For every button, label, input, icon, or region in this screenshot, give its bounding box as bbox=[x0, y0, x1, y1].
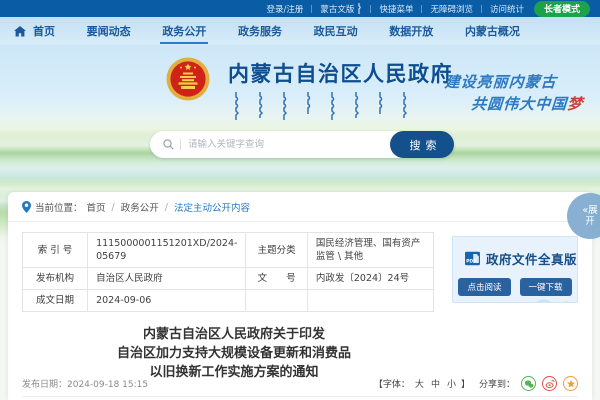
index-number-label: 索 引 号 bbox=[23, 233, 88, 268]
divider bbox=[311, 5, 312, 13]
share-label: 分享到： bbox=[479, 377, 515, 390]
font-size-small[interactable]: 小 bbox=[447, 377, 456, 390]
document-meta-table: 索 引 号 1115000001151201XD/2024-05679 主题分类… bbox=[22, 232, 434, 312]
favorite-share-icon[interactable] bbox=[563, 376, 578, 391]
expand-icon: «展开 bbox=[579, 205, 600, 227]
agency-label: 发布机构 bbox=[23, 268, 88, 290]
table-row: 索 引 号 1115000001151201XD/2024-05679 主题分类… bbox=[23, 233, 434, 268]
font-size-large[interactable]: 大 bbox=[415, 377, 424, 390]
breadcrumb-separator: / bbox=[165, 202, 168, 213]
login-link[interactable]: 登录/注册 bbox=[267, 3, 304, 15]
search-button[interactable]: 搜索 bbox=[390, 131, 454, 158]
breadcrumb-prefix: 当前位置： bbox=[35, 200, 83, 214]
location-pin-icon bbox=[22, 201, 31, 213]
visit-stats-link[interactable]: 访问统计 bbox=[490, 3, 524, 15]
home-icon bbox=[14, 26, 26, 37]
font-size-medium[interactable]: 中 bbox=[431, 377, 440, 390]
nav-item-home[interactable]: 首页 bbox=[14, 18, 57, 44]
svg-text:PDF: PDF bbox=[466, 259, 476, 265]
quick-menu-link[interactable]: 快捷菜单 bbox=[379, 3, 413, 15]
nav-item-news[interactable]: 要闻动态 bbox=[85, 18, 133, 44]
download-button[interactable]: 一键下载 bbox=[520, 278, 572, 296]
divider bbox=[370, 5, 371, 13]
empty-cell bbox=[246, 290, 307, 312]
empty-cell bbox=[307, 290, 433, 312]
nav-item-open-data[interactable]: 数据开放 bbox=[387, 18, 435, 44]
publish-date: 发布日期：2024-09-18 15:15 bbox=[22, 377, 148, 390]
doc-number-label: 文 号 bbox=[246, 268, 307, 290]
divider bbox=[22, 396, 578, 397]
mongolian-version-link[interactable]: 蒙古文版 bbox=[320, 3, 362, 15]
banner-slogan: 建设亮丽内蒙古 共圆伟大中国梦 bbox=[442, 71, 585, 114]
font-size-prefix: 【字体： bbox=[374, 377, 410, 390]
table-row: 发布机构 自治区人民政府 文 号 内政发〔2024〕24号 bbox=[23, 268, 434, 290]
mongolian-text-icon bbox=[356, 3, 362, 14]
accessibility-link[interactable]: 无障碍浏览 bbox=[430, 3, 473, 15]
nav-item-about[interactable]: 内蒙古概况 bbox=[463, 18, 522, 44]
date-label: 成文日期 bbox=[23, 290, 88, 312]
article-title-line1: 内蒙古自治区人民政府关于印发 bbox=[8, 325, 460, 344]
wechat-share-icon[interactable] bbox=[521, 376, 536, 391]
elder-mode-button[interactable]: 长者模式 bbox=[534, 1, 590, 17]
slogan-line1: 建设亮丽内蒙古 bbox=[444, 71, 585, 92]
breadcrumb-separator: / bbox=[112, 202, 115, 213]
breadcrumb-home[interactable]: 首页 bbox=[87, 200, 106, 214]
pdf-icon: PDF bbox=[465, 249, 480, 268]
breadcrumb-gov-disclosure[interactable]: 政务公开 bbox=[121, 200, 159, 214]
divider bbox=[421, 5, 422, 13]
pdf-fulltext-card: PDF 政府文件全真版 点击阅读 一键下载 bbox=[452, 236, 578, 303]
divider bbox=[481, 5, 482, 13]
pdf-card-title: 政府文件全真版 bbox=[486, 249, 577, 268]
article-footer: 发布日期：2024-09-18 15:15 【字体： 大 中 小 】 分享到： bbox=[22, 376, 578, 391]
main-nav: 首页 要闻动态 政务公开 政务服务 政民互动 数据开放 内蒙古概况 bbox=[0, 17, 600, 45]
search-bar: 搜索 bbox=[150, 131, 454, 158]
nav-item-label: 首页 bbox=[31, 18, 57, 44]
topic-value: 国民经济管理、国有资产监管 \ 其他 bbox=[307, 233, 433, 268]
topic-label: 主题分类 bbox=[246, 233, 307, 268]
content-card: 当前位置： 首页 / 政务公开 / 法定主动公开内容 索 引 号 1115000… bbox=[8, 192, 592, 400]
mongolian-script bbox=[232, 92, 428, 122]
search-input[interactable] bbox=[188, 139, 390, 150]
doc-number-value: 内政发〔2024〕24号 bbox=[307, 268, 433, 290]
article-title-line2: 自治区加力支持大规模设备更新和消费品 bbox=[8, 344, 460, 363]
breadcrumb-current[interactable]: 法定主动公开内容 bbox=[174, 200, 250, 214]
article-title: 内蒙古自治区人民政府关于印发 自治区加力支持大规模设备更新和消费品 以旧换新工作… bbox=[8, 325, 460, 382]
site-title: 内蒙古自治区人民政府 bbox=[228, 58, 453, 88]
table-row: 成文日期 2024-09-06 bbox=[23, 290, 434, 312]
divider bbox=[180, 139, 181, 150]
weibo-share-icon[interactable] bbox=[542, 376, 557, 391]
agency-value: 自治区人民政府 bbox=[88, 268, 246, 290]
index-number-value: 1115000001151201XD/2024-05679 bbox=[88, 233, 246, 268]
slogan-accent: 梦 bbox=[567, 95, 584, 113]
national-emblem bbox=[166, 57, 210, 101]
font-size-suffix: 】 bbox=[461, 377, 470, 390]
read-online-button[interactable]: 点击阅读 bbox=[458, 278, 510, 296]
nav-item-gov-disclosure[interactable]: 政务公开 bbox=[160, 18, 208, 44]
date-value: 2024-09-06 bbox=[88, 290, 246, 312]
top-utility-bar: 登录/注册 蒙古文版 快捷菜单 无障碍浏览 访问统计 长者模式 bbox=[0, 0, 600, 17]
slogan-line2: 共圆伟大中国 bbox=[471, 95, 568, 113]
nav-item-interaction[interactable]: 政民互动 bbox=[312, 18, 360, 44]
breadcrumb: 当前位置： 首页 / 政务公开 / 法定主动公开内容 bbox=[8, 192, 592, 222]
search-icon bbox=[163, 139, 174, 150]
nav-item-gov-services[interactable]: 政务服务 bbox=[236, 18, 284, 44]
